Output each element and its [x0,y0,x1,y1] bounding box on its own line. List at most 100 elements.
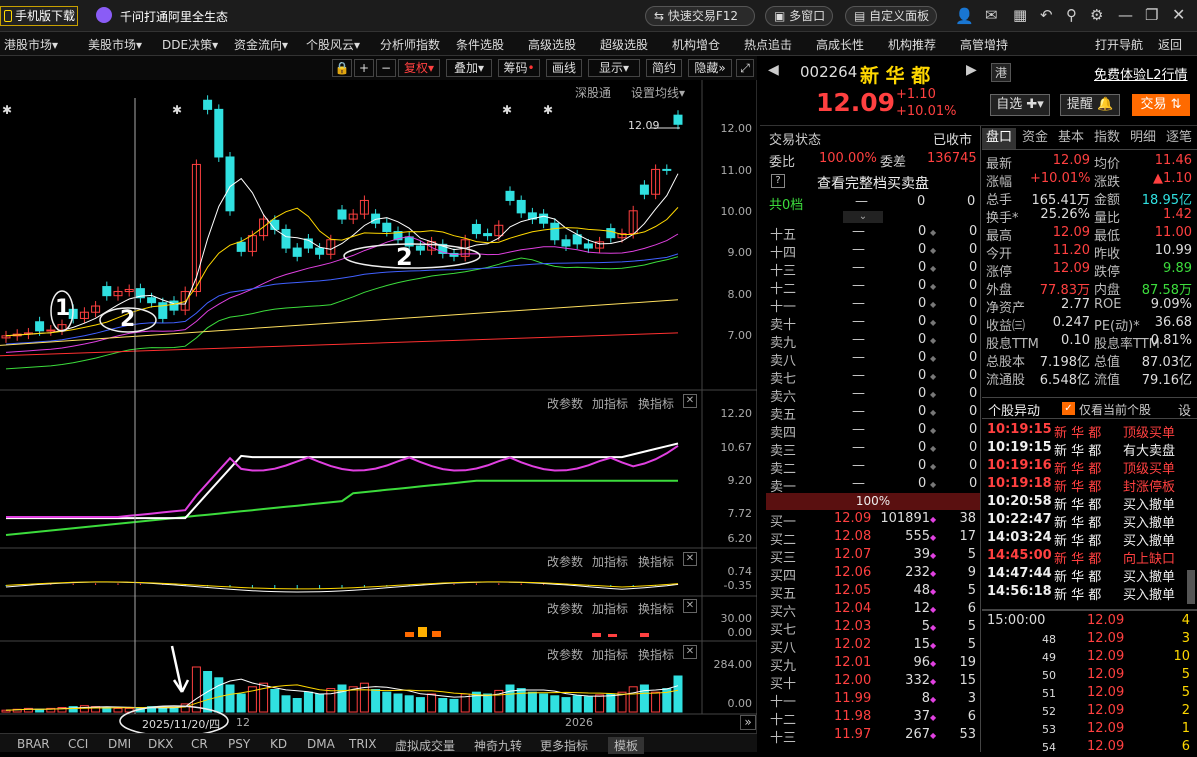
sell-level-row[interactable]: 十二 —0 ◆ 0 [766,278,980,297]
mobile-download-button[interactable]: 手机版下载 [0,6,78,26]
change-param-button[interactable]: 改参数 [547,600,583,617]
anomaly-row[interactable]: 10:19:18 新 华 都 封涨停板 [982,476,1196,495]
zoom-out-icon[interactable]: − [376,59,396,77]
anomaly-scrollbar[interactable] [1187,570,1195,604]
switch-indicator-button[interactable]: 换指标 [638,553,674,570]
anomaly-row[interactable]: 14:45:00 新 华 都 向上缺口 [982,548,1196,567]
buy-level-row[interactable]: 买六 12.04 12 ◆ 6 [766,601,980,620]
anomaly-row[interactable]: 14:03:24 新 华 都 买入撤单 [982,530,1196,549]
buy-level-row[interactable]: 买三 12.07 39 ◆ 5 [766,547,980,566]
restore-icon[interactable]: ❐ [1145,6,1158,24]
sell-level-row[interactable]: 卖九 —0 ◆ 0 [766,332,980,351]
back-icon[interactable]: ↶ [1040,6,1053,24]
close-icon[interactable]: ✕ [1172,5,1185,24]
sell-level-row[interactable]: 卖八 —0 ◆ 0 [766,350,980,369]
tab-funds[interactable]: 资金 [1018,128,1052,148]
user-icon[interactable]: 👤 [955,7,974,25]
close-pane-icon[interactable]: ✕ [683,394,697,408]
l2-promo-link[interactable]: 免费体验L2行情 [1094,64,1188,83]
tab-tick[interactable]: 逐笔 [1162,128,1196,148]
tab-psy[interactable]: PSY [228,737,250,751]
sell-level-row[interactable]: 十四 —0 ◆ 0 [766,242,980,261]
watch-button[interactable]: 自选 ✚▾ [990,94,1050,116]
zoom-in-icon[interactable]: + [354,59,374,77]
buy-level-row[interactable]: 买八 12.02 15 ◆ 5 [766,637,980,656]
collapse-chevron-icon[interactable]: ⌄ [843,211,883,223]
menu-item-hk[interactable]: 港股市场▾ [4,36,58,53]
scroll-right-icon[interactable]: » [740,715,756,730]
buy-level-row[interactable]: 十一 11.99 8 ◆ 3 [766,691,980,710]
menu-item-us[interactable]: 美股市场▾ [88,36,142,53]
menu-item-fund-flow[interactable]: 资金流向▾ [234,36,288,53]
tab-dmi[interactable]: DMI [108,737,131,751]
buy-level-row[interactable]: 买九 12.01 96 ◆ 19 [766,655,980,674]
anomaly-row[interactable]: 10:20:58 新 华 都 买入撤单 [982,494,1196,513]
multi-window-button[interactable]: ▣ 多窗口 [765,6,833,26]
close-pane-icon[interactable]: ✕ [683,645,697,659]
menu-item-hot[interactable]: 热点追击 [744,36,792,53]
prev-stock-icon[interactable]: ◀ [768,62,779,78]
sell-level-row[interactable]: 十五 —0 ◆ 0 [766,224,980,243]
tab-template[interactable]: 模板 [608,737,645,754]
close-pane-icon[interactable]: ✕ [683,552,697,566]
menu-item-inst-add[interactable]: 机构增仓 [672,36,720,53]
menu-item-back[interactable]: 返回 [1158,36,1182,53]
sell-level-row[interactable]: 卖一 —0 ◆ 0 [766,476,980,495]
lock-icon[interactable]: 🔒 [332,59,352,77]
add-indicator-button[interactable]: 加指标 [592,395,628,412]
switch-indicator-button[interactable]: 换指标 [638,600,674,617]
buy-level-row[interactable]: 买五 12.05 48 ◆ 5 [766,583,980,602]
tab-pankou[interactable]: 盘口 [982,128,1016,149]
menu-item-analyst[interactable]: 分析师指数 [380,36,440,53]
menu-item-exec-buy[interactable]: 高管增持 [960,36,1008,53]
add-indicator-button[interactable]: 加指标 [592,646,628,663]
full-book-link[interactable]: 查看完整档买卖盘 [817,173,929,193]
sell-level-row[interactable]: 卖七 —0 ◆ 0 [766,368,980,387]
hk-tag[interactable]: 港 [991,63,1012,82]
sell-level-row[interactable]: 卖六 —0 ◆ 0 [766,386,980,405]
switch-indicator-button[interactable]: 换指标 [638,395,674,412]
add-indicator-button[interactable]: 加指标 [592,600,628,617]
tab-detail[interactable]: 明细 [1126,128,1160,148]
tab-dma[interactable]: DMA [307,737,335,751]
sell-level-row[interactable]: 卖三 —0 ◆ 0 [766,440,980,459]
hide-button[interactable]: 隐藏» [688,59,732,77]
buy-level-row[interactable]: 十二 11.98 37 ◆ 6 [766,709,980,728]
tab-magic-nine[interactable]: 神奇九转 [474,737,522,754]
tab-virtual-volume[interactable]: 虚拟成交量 [395,737,455,754]
change-param-button[interactable]: 改参数 [547,553,583,570]
buy-level-row[interactable]: 买二 12.08 555 ◆ 17 [766,529,980,548]
buy-level-row[interactable]: 买十 12.00 332 ◆ 15 [766,673,980,692]
sell-level-row[interactable]: 卖四 —0 ◆ 0 [766,422,980,441]
fuquan-button[interactable]: 复权▾ [398,59,440,77]
change-param-button[interactable]: 改参数 [547,395,583,412]
anomaly-row[interactable]: 10:19:15 新 华 都 有大卖盘 [982,440,1196,459]
fullscreen-icon[interactable]: ⤢ [736,59,754,77]
display-button[interactable]: 显示▾ [588,59,640,77]
trade-button[interactable]: 交易 ⇅ [1132,94,1190,116]
sell-level-row[interactable]: 卖五 —0 ◆ 0 [766,404,980,423]
overlay-button[interactable]: 叠加▾ [446,59,492,77]
mail-icon[interactable]: ✉ [985,6,998,24]
next-stock-icon[interactable]: ▶ [966,62,977,78]
change-param-button[interactable]: 改参数 [547,646,583,663]
switch-indicator-button[interactable]: 换指标 [638,646,674,663]
anomaly-row[interactable]: 10:22:47 新 华 都 买入撤单 [982,512,1196,531]
settings-icon[interactable]: ⚙ [1090,6,1103,24]
custom-panel-button[interactable]: ▤ 自定义面板 [845,6,937,26]
menu-item-growth[interactable]: 高成长性 [816,36,864,53]
menu-item-condition[interactable]: 条件选股 [456,36,504,53]
draw-button[interactable]: 画线 [546,59,582,77]
menu-item-super[interactable]: 超级选股 [600,36,648,53]
tab-dkx[interactable]: DKX [148,737,173,751]
tab-trix[interactable]: TRIX [349,737,376,751]
simple-button[interactable]: 简约 [646,59,682,77]
help-icon[interactable]: ? [771,174,785,188]
close-pane-icon[interactable]: ✕ [683,599,697,613]
sell-level-row[interactable]: 卖十 —0 ◆ 0 [766,314,980,333]
tab-kd[interactable]: KD [270,737,287,751]
anomaly-row[interactable]: 14:47:44 新 华 都 买入撤单 [982,566,1196,585]
shirt-icon[interactable]: ⚲ [1066,6,1077,24]
menu-item-advanced[interactable]: 高级选股 [528,36,576,53]
menu-item-stock-wind[interactable]: 个股风云▾ [306,36,360,53]
